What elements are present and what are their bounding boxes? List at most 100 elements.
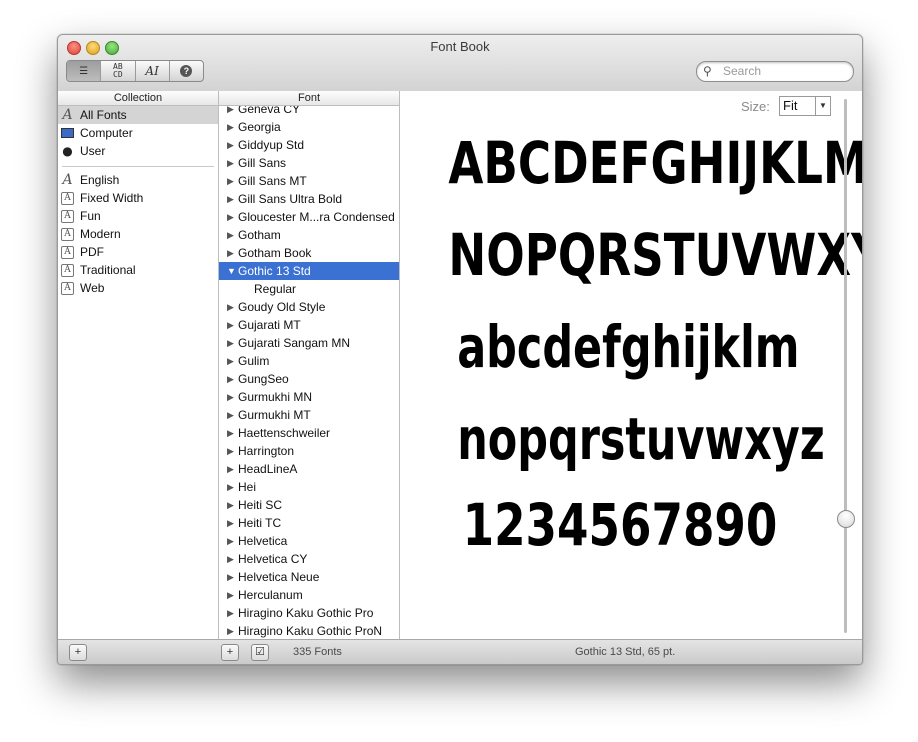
size-slider-knob[interactable] — [837, 510, 855, 528]
disclosure-closed-icon[interactable]: ▶ — [227, 158, 238, 169]
font-family-item[interactable]: ▶ Harrington — [219, 442, 399, 460]
font-family-item[interactable]: ▶ Helvetica — [219, 532, 399, 550]
collection-modern[interactable]: A Modern — [58, 225, 218, 243]
disclosure-closed-icon[interactable]: ▶ — [227, 356, 238, 367]
list-view-button[interactable]: ☰ — [67, 61, 102, 81]
disclosure-closed-icon[interactable]: ▶ — [227, 500, 238, 511]
collection-icon: A — [61, 191, 74, 205]
font-family-item[interactable]: ▶ Herculanum — [219, 586, 399, 604]
font-label: Gujarati MT — [238, 318, 301, 332]
font-family-item[interactable]: ▶ Hiragino Kaku Gothic Pro — [219, 604, 399, 622]
custom-view-button[interactable]: AI — [136, 61, 170, 81]
font-family-item[interactable]: ▶ Hiragino Kaku Gothic ProN — [219, 622, 399, 639]
disclosure-closed-icon[interactable]: ▶ — [227, 338, 238, 349]
disclosure-closed-icon[interactable]: ▶ — [227, 194, 238, 205]
font-label: Helvetica CY — [238, 552, 308, 566]
disclosure-closed-icon[interactable]: ▶ — [227, 106, 238, 115]
font-family-item[interactable]: ▶ Gotham — [219, 226, 399, 244]
collection-computer[interactable]: Computer — [58, 124, 218, 142]
disclosure-closed-icon[interactable]: ▶ — [227, 446, 238, 457]
disclosure-closed-icon[interactable]: ▶ — [227, 428, 238, 439]
search-placeholder: Search — [723, 64, 762, 78]
font-family-item[interactable]: ▶ Hei — [219, 478, 399, 496]
disclosure-closed-icon[interactable]: ▶ — [227, 626, 238, 637]
collection-fixed-width[interactable]: A Fixed Width — [58, 189, 218, 207]
font-family-item[interactable]: ▶ Goudy Old Style — [219, 298, 399, 316]
font-family-item[interactable]: ▶ Geneva CY — [219, 106, 399, 118]
disclosure-closed-icon[interactable]: ▶ — [227, 302, 238, 313]
font-family-item[interactable]: ▶ Gill Sans Ultra Bold — [219, 190, 399, 208]
font-family-item[interactable]: ▶ Gill Sans MT — [219, 172, 399, 190]
add-font-button[interactable]: + — [221, 644, 239, 661]
font-family-item[interactable]: ▶ HeadLineA — [219, 460, 399, 478]
disclosure-closed-icon[interactable]: ▶ — [227, 536, 238, 547]
disclosure-closed-icon[interactable]: ▶ — [227, 320, 238, 331]
font-family-item[interactable]: ▶ Helvetica CY — [219, 550, 399, 568]
collection-english[interactable]: A English — [58, 171, 218, 189]
font-family-item[interactable]: ▶ Heiti SC — [219, 496, 399, 514]
font-family-item[interactable]: ▶ Gurmukhi MT — [219, 406, 399, 424]
disclosure-open-icon[interactable]: ▼ — [227, 266, 238, 276]
collection-all-fonts[interactable]: A All Fonts — [58, 106, 218, 124]
disclosure-closed-icon[interactable]: ▶ — [227, 572, 238, 583]
disclosure-closed-icon[interactable]: ▶ — [227, 374, 238, 385]
add-collection-button[interactable]: + — [69, 644, 87, 661]
font-family-item[interactable]: ▶ Gujarati MT — [219, 316, 399, 334]
collection-label: Computer — [80, 126, 133, 140]
font-family-item[interactable]: ▶ Gill Sans — [219, 154, 399, 172]
font-family-item[interactable]: ▶ Gotham Book — [219, 244, 399, 262]
font-family-item[interactable]: ▶ GungSeo — [219, 370, 399, 388]
disclosure-closed-icon[interactable]: ▶ — [227, 122, 238, 133]
font-family-item[interactable]: ▶ Helvetica Neue — [219, 568, 399, 586]
plus-icon: + — [226, 646, 234, 658]
disclosure-closed-icon[interactable]: ▶ — [227, 140, 238, 151]
font-label: Herculanum — [238, 588, 303, 602]
font-family-item[interactable]: ▶ Gulim — [219, 352, 399, 370]
collection-web[interactable]: A Web — [58, 279, 218, 297]
collection-user[interactable]: ● User — [58, 142, 218, 160]
font-face-item[interactable]: Regular — [219, 280, 399, 298]
collection-icon: A — [61, 263, 74, 277]
font-header[interactable]: Font — [219, 91, 399, 106]
preview-numbers: 1234567890 — [462, 491, 778, 559]
collection-pdf[interactable]: A PDF — [58, 243, 218, 261]
font-family-item[interactable]: ▶ Gujarati Sangam MN — [219, 334, 399, 352]
disclosure-closed-icon[interactable]: ▶ — [227, 518, 238, 529]
disclosure-closed-icon[interactable]: ▶ — [227, 554, 238, 565]
disclosure-closed-icon[interactable]: ▶ — [227, 410, 238, 421]
font-family-item[interactable]: ▶ Heiti TC — [219, 514, 399, 532]
collection-header[interactable]: Collection — [58, 91, 218, 106]
disclosure-closed-icon[interactable]: ▶ — [227, 212, 238, 223]
sample-view-button[interactable]: AB CD — [101, 61, 136, 81]
font-family-item[interactable]: ▶ Georgia — [219, 118, 399, 136]
size-popup[interactable]: Fit ▼ — [779, 96, 831, 116]
disclosure-closed-icon[interactable]: ▶ — [227, 176, 238, 187]
disclosure-closed-icon[interactable]: ▶ — [227, 482, 238, 493]
disclosure-closed-icon[interactable]: ▶ — [227, 608, 238, 619]
list-view-icon: ☰ — [79, 65, 89, 77]
font-family-item[interactable]: ▶ Gurmukhi MN — [219, 388, 399, 406]
enable-font-button[interactable]: ☑ — [251, 644, 269, 661]
font-label: Hei — [238, 480, 257, 494]
collection-fun[interactable]: A Fun — [58, 207, 218, 225]
disclosure-closed-icon[interactable]: ▶ — [227, 230, 238, 241]
font-family-item[interactable]: ▶ Haettenschweiler — [219, 424, 399, 442]
font-family-item[interactable]: ▼ Gothic 13 Std — [219, 262, 399, 280]
search-field[interactable]: ⚲ Search — [696, 61, 854, 82]
disclosure-closed-icon[interactable]: ▶ — [227, 590, 238, 601]
font-label: Heiti TC — [238, 516, 282, 530]
disclosure-closed-icon[interactable]: ▶ — [227, 392, 238, 403]
preview-lowercase-2: nopqrstuvwxyz — [457, 405, 825, 473]
preview-lowercase-1: abcdefghijklm — [457, 313, 800, 381]
disclosure-closed-icon[interactable]: ▶ — [227, 464, 238, 475]
font-family-item[interactable]: ▶ Giddyup Std — [219, 136, 399, 154]
font-family-item[interactable]: ▶ Gloucester M...ra Condensed — [219, 208, 399, 226]
collection-label: Fixed Width — [80, 191, 144, 205]
collection-pane: Collection A All Fonts Computer ● User A… — [58, 91, 219, 639]
disclosure-closed-icon[interactable]: ▶ — [227, 248, 238, 259]
english-icon: A — [62, 172, 73, 188]
font-label: Goudy Old Style — [238, 300, 326, 314]
collection-traditional[interactable]: A Traditional — [58, 261, 218, 279]
size-slider-track[interactable] — [844, 99, 847, 633]
info-button[interactable]: ? — [170, 61, 203, 81]
